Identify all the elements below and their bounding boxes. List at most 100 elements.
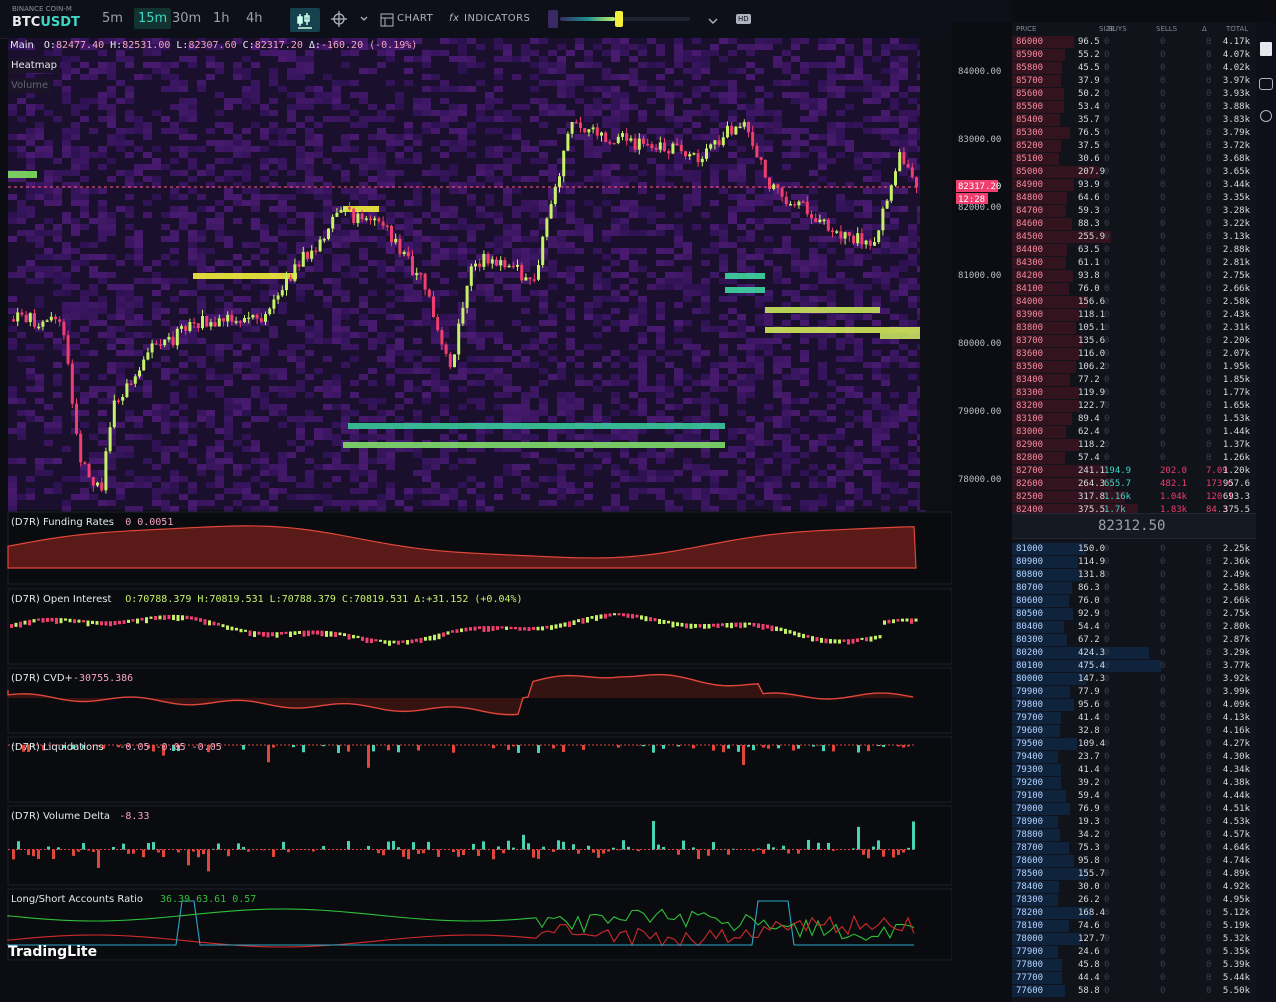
heat-cell	[494, 494, 503, 500]
ohlc-delta-label: Δ:	[308, 40, 321, 51]
indicator-label[interactable]: Long/Short Accounts Ratio	[11, 894, 143, 905]
orderbook-row[interactable]: 80600 76.0 0 0 0 2.66k	[1012, 595, 1256, 608]
heat-cell	[188, 134, 197, 140]
orderbook-row[interactable]: 85300 76.5 0 0 0 3.79k	[1012, 127, 1256, 140]
orderbook-row[interactable]: 79200 39.2 0 0 0 4.38k	[1012, 777, 1256, 790]
orderbook-row[interactable]: 79900 77.9 0 0 0 3.99k	[1012, 686, 1256, 699]
orderbook-row[interactable]: 84900 93.9 0 0 0 3.44k	[1012, 179, 1256, 192]
orderbook-row[interactable]: 85900 55.2 0 0 0 4.07k	[1012, 49, 1256, 62]
indicator-label[interactable]: (D7R) Liquidations	[11, 742, 104, 753]
liquidation-bar	[537, 745, 540, 753]
heat-cell	[575, 350, 584, 356]
orderbook-row[interactable]: 85100 30.6 0 0 0 3.68k	[1012, 153, 1256, 166]
orderbook-header[interactable]: BUYS	[1108, 25, 1127, 33]
oi-candle	[901, 618, 904, 622]
price-scale[interactable]	[952, 22, 1012, 1002]
heat-cell	[908, 404, 917, 410]
orderbook-row[interactable]: 83100 89.4 0 0 0 1.53k	[1012, 413, 1256, 426]
orderbook-row[interactable]: 79500 109.4 0 0 0 4.27k	[1012, 738, 1256, 751]
orderbook-row[interactable]: 82700 241.1 194.9 202.0 7.09 1.20k	[1012, 465, 1256, 478]
orderbook-row[interactable]: 84500 255.9 0 0 0 3.13k	[1012, 231, 1256, 244]
orderbook-row[interactable]: 84700 59.3 0 0 0 3.28k	[1012, 205, 1256, 218]
indicator-label[interactable]: (D7R) Open Interest	[11, 594, 111, 605]
orderbook-row[interactable]: 83900 118.1 0 0 0 2.43k	[1012, 309, 1256, 322]
orderbook-row[interactable]: 85600 50.2 0 0 0 3.93k	[1012, 88, 1256, 101]
orderbook-row[interactable]: 82500 317.8 1.16k 1.04k 120.1 693.3	[1012, 491, 1256, 504]
orderbook-row[interactable]: 84000 156.6 0 0 0 2.58k	[1012, 296, 1256, 309]
heat-cell	[728, 494, 737, 500]
heat-cell	[458, 260, 467, 266]
indicator-panel[interactable]	[7, 888, 953, 961]
heat-cell	[881, 422, 890, 428]
orderbook-row[interactable]: 79800 95.6 0 0 0 4.09k	[1012, 699, 1256, 712]
orderbook-row[interactable]: 80000 147.3 0 0 0 3.92k	[1012, 673, 1256, 686]
orderbook-row[interactable]: 85200 37.5 0 0 0 3.72k	[1012, 140, 1256, 153]
heat-cell	[881, 236, 890, 242]
heat-cell	[881, 44, 890, 50]
volume-layer-label[interactable]: Volume	[8, 78, 52, 93]
orderbook-row[interactable]: 79300 41.4 0 0 0 4.34k	[1012, 764, 1256, 777]
indicator-label[interactable]: (D7R) CVD+	[11, 673, 73, 684]
orderbook-row[interactable]: 82600 264.3 655.7 482.1 173.6 957.6	[1012, 478, 1256, 491]
orderbook-panel: PRICE SIZE BUYS SELLS Δ TOTAL 86000 96.5 0 0 0 4.1…	[1012, 22, 1256, 1002]
orderbook-cell: 1.53k	[1222, 414, 1250, 424]
heat-cell	[332, 86, 341, 92]
orderbook-row[interactable]: 84200 93.8 0 0 0 2.75k	[1012, 270, 1256, 283]
heat-cell	[458, 506, 467, 512]
orderbook-row[interactable]: 80500 92.9 0 0 0 2.75k	[1012, 608, 1256, 621]
orderbook-row[interactable]: 83700 135.6 0 0 0 2.20k	[1012, 335, 1256, 348]
orderbook-row[interactable]: 83200 122.7 0 0 0 1.65k	[1012, 400, 1256, 413]
heat-cell	[179, 446, 188, 452]
orderbook-row[interactable]: 79400 23.7 0 0 0 4.30k	[1012, 751, 1256, 764]
oi-candle	[829, 639, 832, 644]
orderbook-row[interactable]: 82900 118.2 0 0 0 1.37k	[1012, 439, 1256, 452]
orderbook-row[interactable]: 86000 96.5 0 0 0 4.17k	[1012, 36, 1256, 49]
orderbook-row[interactable]: 80100 475.4 0 0 0 3.77k	[1012, 660, 1256, 673]
orderbook-row[interactable]: 84600 88.3 0 0 0 3.22k	[1012, 218, 1256, 231]
heat-cell	[845, 488, 854, 494]
orderbook-row[interactable]: 80300 67.2 0 0 0 2.87k	[1012, 634, 1256, 647]
orderbook-row[interactable]: 79700 41.4 0 0 0 4.13k	[1012, 712, 1256, 725]
orderbook-row[interactable]: 84100 76.0 0 0 0 2.66k	[1012, 283, 1256, 296]
indicator-label[interactable]: (D7R) Funding Rates	[11, 517, 114, 528]
indicator-label[interactable]: (D7R) Volume Delta	[11, 811, 110, 822]
orderbook-row[interactable]: 83800 105.1 0 0 0 2.31k	[1012, 322, 1256, 335]
orderbook-row[interactable]: 84300 61.1 0 0 0 2.81k	[1012, 257, 1256, 270]
orderbook-row[interactable]: 85400 35.7 0 0 0 3.83k	[1012, 114, 1256, 127]
heat-cell	[872, 98, 881, 104]
orderbook-row[interactable]: 82800 57.4 0 0 0 1.26k	[1012, 452, 1256, 465]
heat-cell	[827, 74, 836, 80]
heat-cell	[710, 134, 719, 140]
volume-delta-bar	[867, 849, 870, 859]
orderbook-row[interactable]: 80800 131.8 0 0 0 2.49k	[1012, 569, 1256, 582]
heat-cell	[152, 158, 161, 164]
orderbook-row[interactable]: 83000 62.4 0 0 0 1.44k	[1012, 426, 1256, 439]
orderbook-row[interactable]: 85800 45.5 0 0 0 4.02k	[1012, 62, 1256, 75]
orderbook-row[interactable]: 84800 64.6 0 0 0 3.35k	[1012, 192, 1256, 205]
chart-canvas[interactable]: (D7R) Funding Rates0 0.00510.010.0080.00…	[0, 0, 1012, 1002]
orderbook-header[interactable]: TOTAL	[1226, 25, 1248, 33]
orderbook-cell: 3.29k	[1222, 648, 1250, 658]
orderbook-row[interactable]: 81000 150.0 0 0 0 2.25k	[1012, 543, 1256, 556]
orderbook-row[interactable]: 85700 37.9 0 0 0 3.97k	[1012, 75, 1256, 88]
heat-cell	[17, 410, 26, 416]
heat-cell	[845, 146, 854, 152]
orderbook-row[interactable]: 85000 207.9 0 0 0 3.65k	[1012, 166, 1256, 179]
orderbook-header[interactable]: PRICE	[1016, 25, 1036, 33]
orderbook-row[interactable]: 79600 32.8 0 0 0 4.16k	[1012, 725, 1256, 738]
orderbook-row[interactable]: 80200 424.3 0 0 0 3.29k	[1012, 647, 1256, 660]
orderbook-row[interactable]: 85500 53.4 0 0 0 3.88k	[1012, 101, 1256, 114]
heatmap-layer-label[interactable]: Heatmap	[8, 58, 60, 73]
heat-cell	[341, 140, 350, 146]
orderbook-header[interactable]: Δ	[1202, 25, 1207, 33]
orderbook-row[interactable]: 83600 116.0 0 0 0 2.07k	[1012, 348, 1256, 361]
orderbook-row[interactable]: 83300 119.9 0 0 0 1.77k	[1012, 387, 1256, 400]
orderbook-row[interactable]: 83400 77.2 0 0 0 1.85k	[1012, 374, 1256, 387]
orderbook-row[interactable]: 80400 54.4 0 0 0 2.80k	[1012, 621, 1256, 634]
orderbook-row[interactable]: 80700 86.3 0 0 0 2.58k	[1012, 582, 1256, 595]
orderbook-row[interactable]: 80900 114.9 0 0 0 2.36k	[1012, 556, 1256, 569]
orderbook-row[interactable]: 84400 63.5 0 0 0 2.88k	[1012, 244, 1256, 257]
orderbook-header[interactable]: SELLS	[1156, 25, 1177, 33]
orderbook-row[interactable]: 83500 106.2 0 0 0 1.95k	[1012, 361, 1256, 374]
heat-cell	[26, 140, 35, 146]
